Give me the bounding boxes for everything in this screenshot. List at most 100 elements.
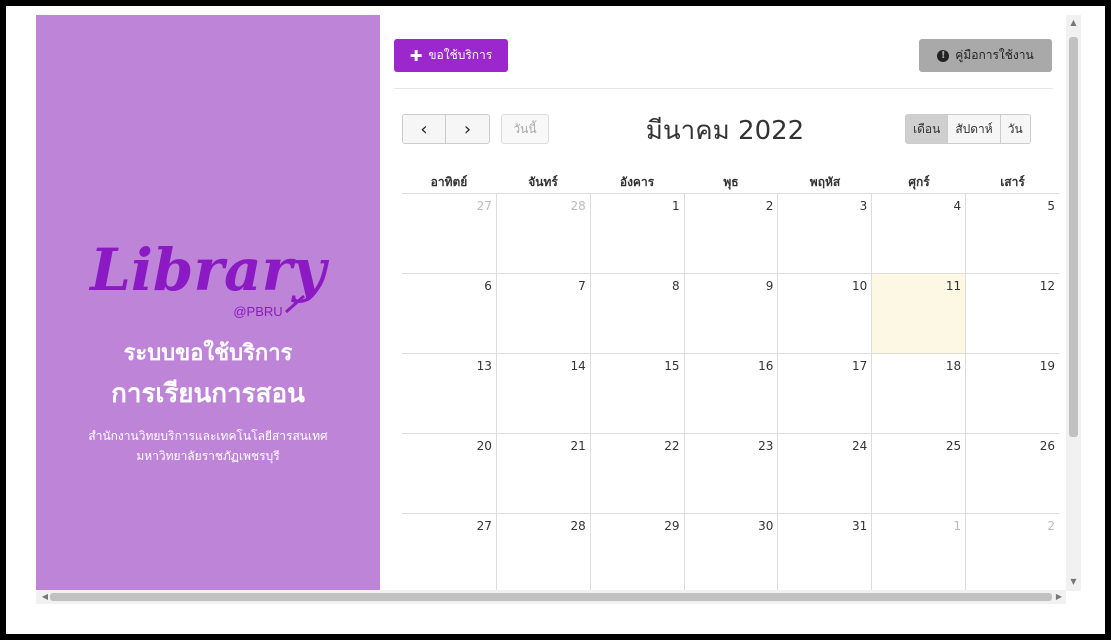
day-number: 28	[570, 519, 586, 533]
day-number: 27	[476, 199, 492, 213]
day-number: 10	[852, 279, 868, 293]
day-cell[interactable]: 30	[683, 514, 778, 590]
day-cell[interactable]: 4	[871, 194, 965, 273]
day-cell[interactable]: 17	[777, 354, 871, 433]
day-number: 29	[664, 519, 680, 533]
calendar-week-row: 6 7 8 9 10 11 12	[402, 274, 1059, 354]
day-number: 23	[758, 439, 774, 453]
day-number: 13	[476, 359, 492, 373]
day-cell[interactable]: 2	[683, 194, 778, 273]
day-number: 7	[578, 279, 586, 293]
day-cell[interactable]: 21	[495, 434, 590, 513]
day-cell[interactable]: 1	[871, 514, 965, 590]
day-number: 17	[852, 359, 868, 373]
weekday-header: อาทิตย์ จันทร์ อังคาร พุธ พฤหัส ศุกร์ เสาร์	[402, 171, 1059, 194]
day-cell[interactable]: 2	[965, 514, 1059, 590]
system-title-line2: การเรียนการสอน	[111, 379, 305, 409]
scroll-up-arrow-icon[interactable]: ▲	[1066, 17, 1081, 29]
day-cell[interactable]: 1	[589, 194, 684, 273]
day-number: 27	[476, 519, 492, 533]
day-number: 1	[671, 199, 680, 213]
organization-line2: มหาวิทยาลัยราชภัฏเพชรบุรี	[136, 449, 280, 463]
weekday-label: ศุกร์	[908, 175, 930, 189]
calendar-title: มีนาคม 2022	[645, 116, 805, 146]
calendar-week-row: 13 14 15 16 17 18 19	[402, 354, 1059, 434]
view-button[interactable]: เดือน	[905, 114, 949, 144]
day-cell[interactable]: 29	[589, 514, 684, 590]
day-cell[interactable]: 28	[495, 514, 590, 590]
weekday-label: จันทร์	[528, 175, 558, 189]
day-number: 19	[1039, 359, 1056, 373]
day-cell[interactable]: 31	[777, 514, 871, 590]
user-manual-button[interactable]: ! คู่มือการใช้งาน	[919, 39, 1052, 72]
info-icon: !	[937, 49, 950, 62]
weekday-label: พฤหัส	[809, 175, 841, 189]
day-number: 25	[945, 439, 962, 453]
day-number: 9	[765, 279, 774, 293]
day-cell[interactable]: 20	[402, 434, 496, 513]
day-number: 11	[945, 279, 962, 293]
day-cell[interactable]: 25	[871, 434, 965, 513]
chevron-left-icon: ‹	[420, 118, 428, 140]
day-number: 20	[476, 439, 492, 453]
day-number: 30	[758, 519, 774, 533]
day-number: 31	[852, 519, 868, 533]
prev-month-button[interactable]: ‹	[402, 114, 446, 144]
logo-subtext: @PBRU	[233, 304, 282, 319]
view-button[interactable]: สัปดาห์	[948, 114, 1001, 144]
scroll-right-arrow-icon[interactable]: ▶	[1052, 590, 1066, 604]
calendar-nav-group: ‹ ›	[402, 114, 490, 144]
toolbar-divider	[394, 88, 1053, 89]
day-cell[interactable]: 13	[402, 354, 496, 433]
day-cell[interactable]: 10	[777, 274, 871, 353]
day-number: 12	[1039, 279, 1056, 293]
day-number: 6	[484, 279, 492, 293]
day-cell[interactable]: 28	[495, 194, 590, 273]
chevron-right-icon: ›	[463, 118, 472, 140]
day-cell[interactable]: 27	[402, 194, 496, 273]
horizontal-scroll-thumb[interactable]	[50, 593, 1052, 601]
day-cell[interactable]: 26	[965, 434, 1059, 513]
calendar-week-row: 27 28 1 2 3 4 5	[402, 194, 1059, 274]
calendar-view-group: เดือน สัปดาห์ วัน	[905, 114, 1031, 144]
day-number: 2	[1047, 519, 1056, 533]
day-number: 24	[852, 439, 868, 453]
day-number: 5	[1047, 199, 1056, 213]
today-cell[interactable]: 11	[871, 274, 966, 353]
scroll-down-arrow-icon[interactable]: ▼	[1066, 576, 1081, 588]
vertical-scroll-thumb[interactable]	[1069, 37, 1078, 437]
today-button[interactable]: วันนี้	[501, 114, 549, 144]
day-cell[interactable]: 15	[589, 354, 684, 433]
day-cell[interactable]: 12	[965, 274, 1059, 353]
day-cell[interactable]: 9	[683, 274, 778, 353]
day-cell[interactable]: 27	[402, 514, 496, 590]
calendar-week-row: 27 28 29 30 31 1 2	[402, 514, 1059, 590]
day-cell[interactable]: 18	[871, 354, 965, 433]
library-logo: Library @PBRU	[88, 236, 330, 319]
calendar-week-row: 20 21 22 23 24 25 26	[402, 434, 1059, 514]
day-cell[interactable]: 19	[965, 354, 1059, 433]
day-number: 14	[570, 359, 586, 373]
day-cell[interactable]: 8	[589, 274, 684, 353]
day-cell[interactable]: 3	[777, 194, 871, 273]
day-cell[interactable]: 16	[683, 354, 778, 433]
request-service-button[interactable]: ✚ ขอใช้บริการ	[394, 39, 508, 72]
day-cell[interactable]: 22	[589, 434, 684, 513]
day-number: 16	[758, 359, 774, 373]
request-service-label: ขอใช้บริการ	[428, 48, 493, 62]
logo-wordmark: Library	[88, 236, 330, 304]
day-number: 1	[953, 519, 962, 533]
view-button[interactable]: วัน	[1000, 114, 1031, 144]
next-month-button[interactable]: ›	[446, 114, 490, 144]
day-cell[interactable]: 23	[683, 434, 778, 513]
day-cell[interactable]: 6	[402, 274, 496, 353]
day-cell[interactable]: 7	[495, 274, 590, 353]
day-number: 2	[765, 199, 774, 213]
day-number: 18	[945, 359, 962, 373]
day-cell[interactable]: 24	[777, 434, 871, 513]
day-cell[interactable]: 5	[965, 194, 1059, 273]
day-number: 26	[1039, 439, 1056, 453]
weekday-label: อังคาร	[619, 175, 655, 189]
day-number: 22	[664, 439, 680, 453]
day-cell[interactable]: 14	[495, 354, 590, 433]
